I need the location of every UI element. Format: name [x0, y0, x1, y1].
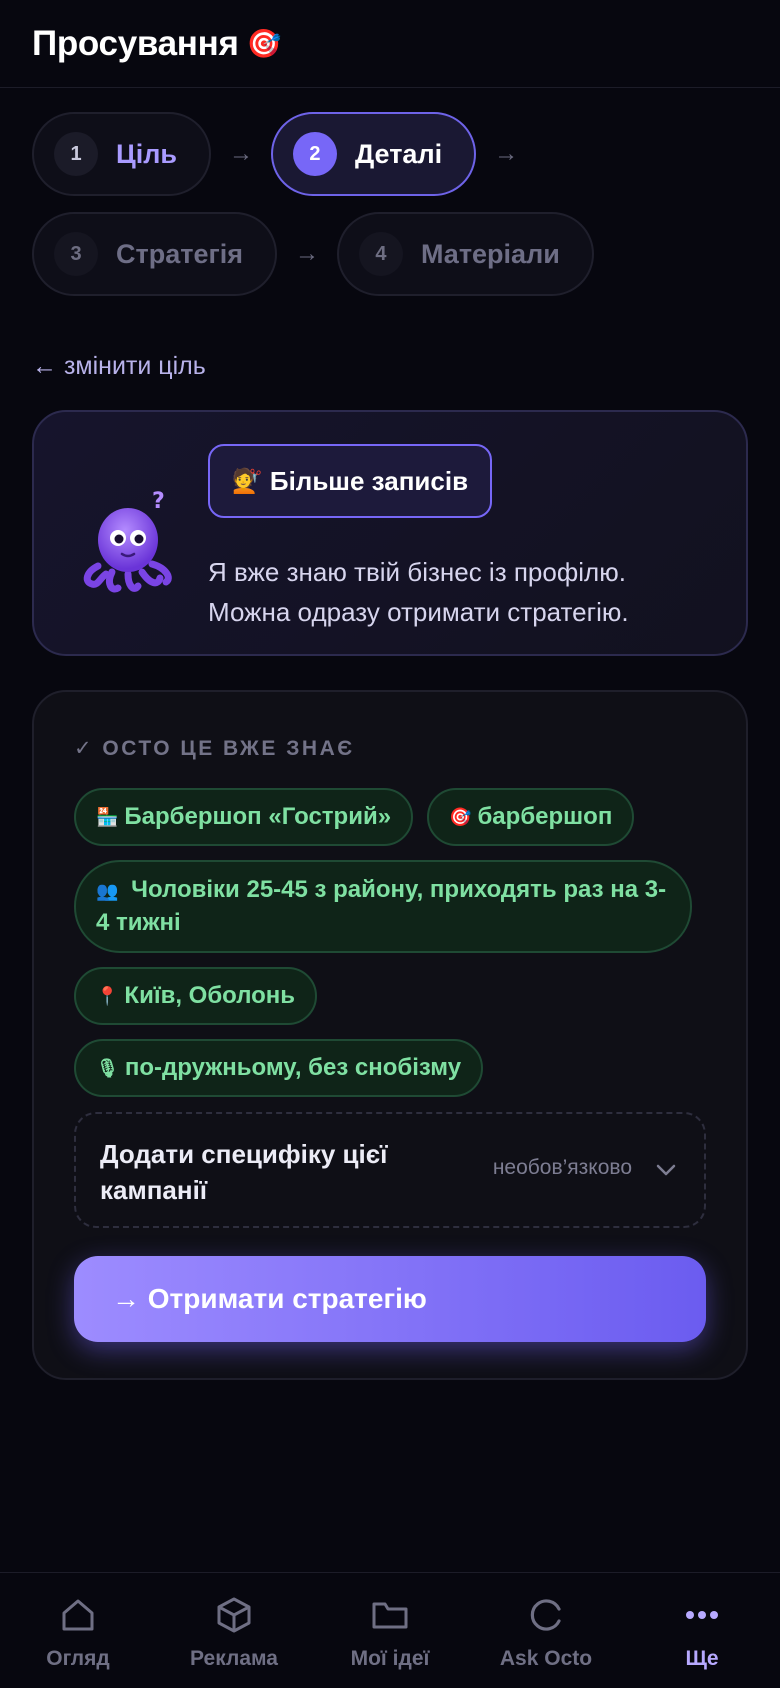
goal-badge: 💇 Більше записів	[208, 444, 492, 518]
nav-label: Огляд	[46, 1647, 110, 1670]
chip-text: барбершоп	[477, 803, 613, 830]
arrow-right-icon: →	[294, 240, 319, 267]
shop-icon: 🏪	[96, 807, 119, 827]
step-goal[interactable]: 1 Ціль	[32, 112, 211, 196]
bottom-nav: Огляд Реклама Мої ідеї Ask Octo Ще	[0, 1572, 780, 1688]
chip-text: Барбершоп «Гострий»	[124, 803, 392, 830]
intro-line: Я вже знаю твій бізнес із профілю.	[208, 557, 626, 587]
people-icon: 👥	[96, 881, 119, 901]
nav-label: Реклама	[190, 1647, 278, 1670]
chip-text: по-дружньому, без снобізму	[124, 1054, 462, 1081]
stepper: 1 Ціль → 2 Деталі → 3 Стратегія → 4 Мате…	[32, 112, 752, 312]
intro-text: Я вже знаю твій бізнес із профілю. Можна…	[208, 552, 728, 632]
step-number: 4	[358, 232, 403, 276]
more-icon	[686, 1611, 718, 1619]
app-header: Просування 🎯	[0, 0, 780, 88]
nav-ask-octo[interactable]: Ask Octo	[468, 1573, 624, 1688]
home-icon	[62, 1599, 94, 1631]
step-number: 3	[54, 232, 98, 276]
chevron-down-icon	[656, 1164, 676, 1176]
goal-label: Більше записів	[269, 465, 469, 496]
target-icon: 🎯	[449, 807, 472, 827]
nav-overview[interactable]: Огляд	[0, 1573, 156, 1688]
get-strategy-button[interactable]: → Отримати стратегію	[74, 1256, 706, 1342]
nav-label: Ask Octo	[499, 1647, 593, 1670]
nav-my-ideas[interactable]: Мої ідеї	[312, 1573, 468, 1688]
step-label: Матеріали	[420, 238, 560, 269]
chip-text: Чоловіки 25-45 з району, приходять раз н…	[96, 876, 667, 936]
intro-card: ? 💇 Більше записів Я вже знаю твій бізне…	[32, 410, 748, 656]
octopus-mascot-icon: ?	[83, 489, 172, 593]
arrow-right-icon: →	[494, 140, 519, 167]
step-number: 1	[54, 132, 98, 176]
chip-location[interactable]: 📍 Київ, Оболонь	[74, 967, 318, 1025]
svg-text:?: ?	[152, 489, 165, 514]
known-info-card: ✓ ОСТО ЦЕ ВЖЕ ЗНАЄ 🏪 Барбершоп «Гострий»…	[32, 690, 748, 1380]
change-goal-link[interactable]: ← змінити ціль	[32, 352, 206, 381]
chip-text: Київ, Оболонь	[124, 982, 296, 1009]
target-icon: 🎯	[246, 28, 282, 59]
octo-circle-icon	[530, 1599, 561, 1631]
step-label: Деталі	[354, 138, 443, 169]
chip-tone[interactable]: 🎙 по-дружньому, без снобізму	[74, 1039, 484, 1097]
add-specifics-toggle[interactable]: Додати специфіку цієї кампанії необов’яз…	[74, 1112, 706, 1228]
step-materials[interactable]: 4 Матеріали	[336, 212, 594, 296]
nav-ads[interactable]: Реклама	[156, 1573, 312, 1688]
barber-icon: 💇	[232, 467, 262, 495]
nav-label: Мої ідеї	[350, 1647, 430, 1670]
known-title: ✓ ОСТО ЦЕ ВЖЕ ЗНАЄ	[74, 737, 355, 760]
chip-audience[interactable]: 👥 Чоловіки 25-45 з району, приходять раз…	[74, 860, 692, 953]
cube-icon	[217, 1597, 251, 1633]
pin-icon: 📍	[96, 986, 119, 1006]
specifics-label: Додати специфіку цієї кампанії	[100, 1139, 388, 1205]
step-label: Ціль	[116, 138, 177, 169]
chip-business-name[interactable]: 🏪 Барбершоп «Гострий»	[74, 788, 414, 846]
arrow-right-icon: →	[228, 140, 253, 167]
step-details[interactable]: 2 Деталі	[270, 112, 477, 196]
chip-category[interactable]: 🎯 барбершоп	[427, 788, 635, 846]
known-chips: 🏪 Барбершоп «Гострий» 🎯 барбершоп 👥 Чоло…	[74, 788, 706, 1111]
nav-label: Ще	[685, 1647, 719, 1670]
intro-line: Можна одразу отримати стратегію.	[208, 597, 629, 627]
step-strategy[interactable]: 3 Стратегія	[32, 212, 277, 296]
folder-icon	[372, 1602, 408, 1629]
page-title: Просування	[32, 23, 239, 63]
optional-hint: необов’язково	[492, 1156, 632, 1179]
step-number: 2	[292, 132, 337, 176]
nav-more[interactable]: Ще	[624, 1573, 780, 1688]
step-label: Стратегія	[116, 238, 243, 269]
microphone-icon: 🎙	[96, 1058, 119, 1078]
